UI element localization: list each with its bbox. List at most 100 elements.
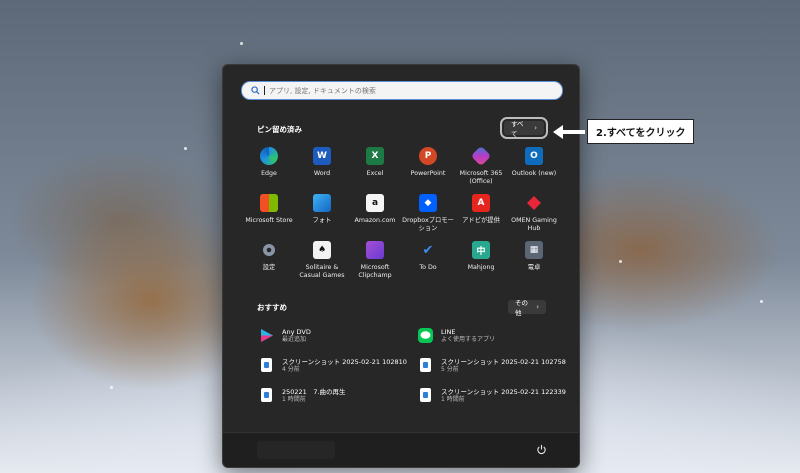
snowflake	[760, 300, 763, 303]
app-label: Outlook (new)	[511, 170, 557, 177]
app-label: PowerPoint	[410, 170, 446, 177]
store-icon	[260, 194, 278, 212]
item-name: Any DVD	[282, 328, 311, 336]
dropbox-icon: ◆	[419, 194, 437, 212]
image-file-icon	[261, 358, 272, 372]
pinned-app-omen[interactable]: OMEN Gaming Hub	[508, 194, 560, 233]
outlook-icon: O	[525, 147, 543, 165]
item-name: LINE	[441, 328, 456, 336]
search-box[interactable]	[241, 81, 563, 100]
app-label: フォト	[312, 217, 332, 224]
powerpoint-icon: P	[419, 147, 437, 165]
app-label: Dropboxプロモー ション	[402, 217, 454, 232]
pinned-app-microsoft-365[interactable]: Microsoft 365 (Office)	[455, 145, 507, 186]
start-menu: ピン留め済み すべて › Edge W Word X Excel P Power…	[222, 64, 580, 468]
edge-icon	[260, 147, 278, 165]
text-caret	[264, 86, 265, 95]
microsoft-365-icon	[470, 145, 492, 167]
recommended-item[interactable]: スクリーンショット 2025-02-21 122339 1 時間前	[418, 388, 566, 404]
mahjong-icon: 中	[472, 241, 490, 259]
pinned-app-solitaire[interactable]: ♠ Solitaire & Casual Games	[296, 241, 348, 280]
user-account[interactable]	[257, 441, 335, 459]
pinned-app-microsoft-store[interactable]: Microsoft Store	[243, 194, 295, 225]
item-name: スクリーンショット 2025-02-21 122339	[441, 388, 566, 396]
arrow-left-icon	[553, 124, 563, 139]
snowflake	[184, 147, 187, 150]
item-subtitle: 最近追加	[282, 336, 307, 343]
app-label: Microsoft Clipchamp	[358, 264, 392, 279]
item-subtitle: よく使用するアプリ	[441, 336, 496, 343]
pinned-app-settings[interactable]: 設定	[243, 241, 295, 272]
pinned-app-adobe[interactable]: A アドビが提供	[455, 194, 507, 225]
pinned-app-calculator[interactable]: ▦ 電卓	[508, 241, 560, 272]
pinned-app-excel[interactable]: X Excel	[349, 147, 401, 178]
pinned-app-dropbox[interactable]: ◆ Dropboxプロモー ション	[402, 194, 454, 233]
clipchamp-icon	[366, 241, 384, 259]
pinned-app-todo[interactable]: ✔ To Do	[402, 241, 454, 272]
arrow-shaft	[563, 129, 585, 134]
recommended-item[interactable]: LINE よく使用するアプリ	[418, 328, 495, 344]
pinned-app-edge[interactable]: Edge	[243, 147, 295, 178]
calculator-icon: ▦	[525, 241, 543, 259]
start-footer	[223, 432, 579, 467]
adobe-icon: A	[472, 194, 490, 212]
recommended-title: おすすめ	[257, 303, 287, 312]
all-apps-button[interactable]: すべて ›	[500, 117, 548, 139]
annotation-text: 2.すべてをクリック	[587, 119, 695, 144]
image-file-icon	[261, 388, 272, 402]
all-apps-label: すべて	[511, 120, 524, 138]
anydvd-play-icon	[259, 328, 274, 343]
app-label: OMEN Gaming Hub	[511, 217, 557, 232]
app-label: Edge	[261, 170, 277, 177]
app-label: Excel	[366, 170, 384, 177]
snowflake	[110, 386, 113, 389]
more-button[interactable]: その他 ›	[508, 299, 546, 317]
pinned-app-mahjong[interactable]: 中 Mahjong	[455, 241, 507, 272]
snowflake	[240, 42, 243, 45]
settings-gear-icon	[260, 241, 278, 259]
item-name: 250221 7.曲の再生	[282, 388, 346, 396]
amazon-icon: a	[366, 194, 384, 212]
app-label: Microsoft Store	[245, 217, 293, 224]
pinned-app-clipchamp[interactable]: Microsoft Clipchamp	[349, 241, 401, 280]
recommended-item[interactable]: 250221 7.曲の再生 1 時間前	[259, 388, 346, 404]
recommended-item[interactable]: スクリーンショット 2025-02-21 102758 5 分前	[418, 358, 566, 374]
pinned-app-amazon[interactable]: a Amazon.com	[349, 194, 401, 225]
app-label: Mahjong	[467, 264, 495, 271]
item-subtitle: 1 時間前	[282, 396, 306, 403]
app-label: Word	[313, 170, 331, 177]
omen-icon	[525, 194, 543, 212]
pinned-app-powerpoint[interactable]: P PowerPoint	[402, 147, 454, 178]
word-icon: W	[313, 147, 331, 165]
item-subtitle: 5 分前	[441, 366, 459, 373]
search-icon	[251, 86, 260, 95]
pinned-title: ピン留め済み	[257, 125, 302, 134]
annotation-callout: 2.すべてをクリック	[553, 119, 695, 144]
chevron-right-icon: ›	[536, 303, 539, 311]
app-label: Microsoft 365 (Office)	[459, 170, 503, 185]
app-label: 設定	[262, 264, 276, 271]
app-label: Solitaire & Casual Games	[299, 264, 345, 279]
app-label: To Do	[419, 264, 437, 271]
line-app-icon	[418, 328, 433, 343]
image-file-icon	[420, 358, 431, 372]
item-name: スクリーンショット 2025-02-21 102810	[282, 358, 407, 366]
image-file-icon	[420, 388, 431, 402]
search-input[interactable]	[269, 86, 559, 95]
pinned-app-word[interactable]: W Word	[296, 147, 348, 178]
app-label: アドビが提供	[462, 217, 500, 224]
pinned-app-photos[interactable]: フォト	[296, 194, 348, 225]
recommended-item[interactable]: スクリーンショット 2025-02-21 102810 4 分前	[259, 358, 407, 374]
photos-icon	[313, 194, 331, 212]
solitaire-icon: ♠	[313, 241, 331, 259]
item-subtitle: 4 分前	[282, 366, 300, 373]
chevron-right-icon: ›	[534, 124, 537, 132]
recommended-item[interactable]: Any DVD 最近追加	[259, 328, 311, 344]
power-icon[interactable]	[536, 444, 547, 455]
todo-check-icon: ✔	[422, 242, 434, 258]
excel-icon: X	[366, 147, 384, 165]
item-subtitle: 1 時間前	[441, 396, 465, 403]
app-label: Amazon.com	[354, 217, 396, 224]
snowflake	[619, 260, 622, 263]
pinned-app-outlook[interactable]: O Outlook (new)	[508, 147, 560, 178]
